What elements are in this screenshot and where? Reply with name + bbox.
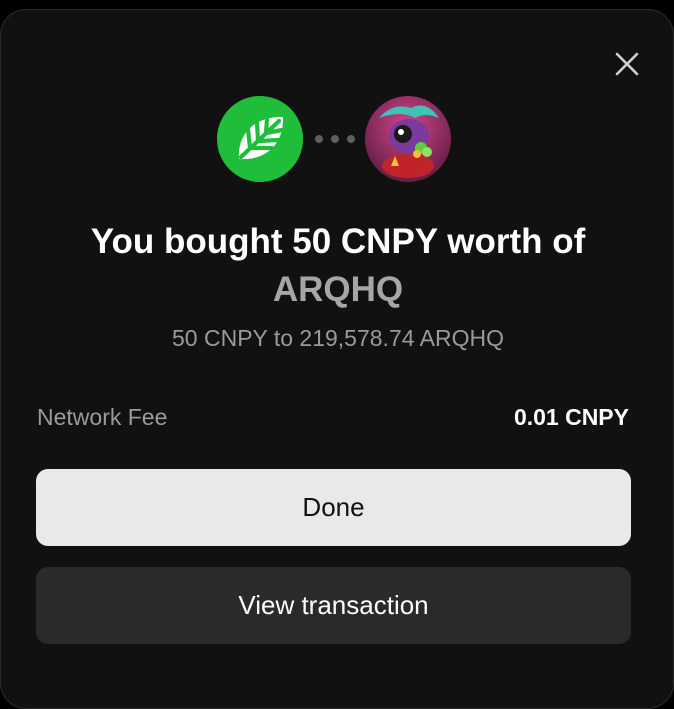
arqhq-avatar-icon: [365, 96, 451, 182]
token-pair: [1, 96, 674, 182]
view-transaction-button[interactable]: View transaction: [36, 567, 631, 644]
network-fee-label: Network Fee: [37, 404, 168, 430]
page-title: You bought 50 CNPY worth of ARQHQ: [1, 218, 674, 314]
title-token-name: ARQHQ: [272, 270, 404, 309]
swap-summary: 50 CNPY to 219,578.74 ARQHQ: [172, 325, 504, 351]
network-fee-value: 0.01 CNPY: [513, 404, 629, 430]
leaf-logo-icon: [217, 96, 303, 182]
close-icon: [615, 52, 639, 76]
close-button[interactable]: [607, 44, 647, 84]
ellipsis-icon: [315, 135, 355, 143]
title-line-primary: You bought 50 CNPY worth of: [90, 222, 586, 261]
purchase-confirmation-dialog: You bought 50 CNPY worth of ARQHQ 50 CNP…: [0, 9, 674, 709]
done-button[interactable]: Done: [36, 469, 631, 546]
